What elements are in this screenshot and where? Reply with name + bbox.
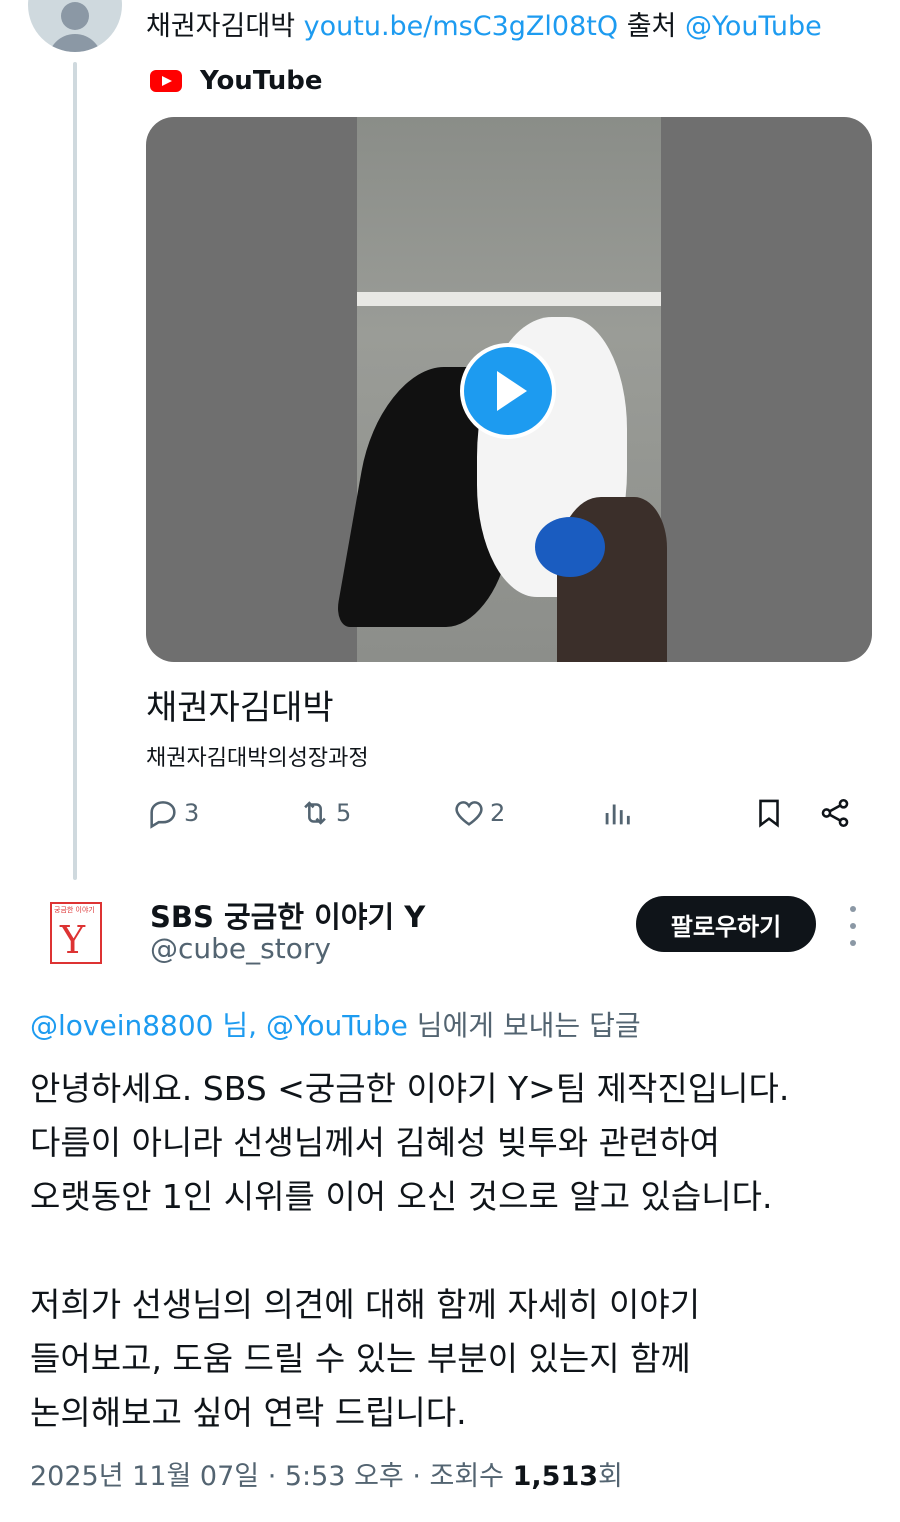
views-suffix: 회 (598, 1461, 623, 1492)
retweet-button[interactable]: 5 (298, 796, 351, 830)
follow-button[interactable]: 팔로우하기 (636, 896, 816, 952)
views-button[interactable] (600, 796, 634, 830)
like-count: 2 (490, 799, 506, 827)
tweet-actions: 3 5 2 (146, 796, 866, 840)
share-icon (821, 798, 849, 828)
thread-line (73, 62, 77, 880)
reply-button[interactable]: 3 (146, 796, 199, 830)
tweet-meta: 2025년 11월 07일 · 5:53 오후 · 조회수 1,513회 (30, 1454, 623, 1493)
reply-icon (150, 801, 176, 829)
reply-to-users[interactable]: @lovein8800 님, @YouTube (30, 1009, 408, 1042)
tweet-body: 안녕하세요. SBS <궁금한 이야기 Y>팀 제작진입니다. 다름이 아니라 … (30, 1069, 790, 1432)
author-avatar-logo[interactable]: 궁금한 이야기 Y (50, 902, 102, 964)
retweet-icon (304, 801, 326, 825)
card-description: 채권자김대박의성장과정 (146, 746, 369, 771)
more-options-icon[interactable] (846, 906, 860, 946)
bookmark-button[interactable] (752, 796, 786, 830)
avatar[interactable] (28, 0, 122, 52)
avatar-head-shape (61, 2, 89, 30)
retweet-count: 5 (336, 799, 352, 827)
card-provider[interactable]: YouTube (150, 64, 322, 98)
bookmark-icon (759, 799, 779, 828)
heart-icon (455, 801, 483, 826)
source-word: 출처 (626, 11, 677, 42)
like-button[interactable]: 2 (452, 796, 505, 830)
video-thumbnail[interactable] (146, 117, 872, 662)
youtube-mention[interactable]: @YouTube (685, 11, 822, 42)
logo-letter: Y (60, 918, 86, 962)
analytics-icon (605, 804, 630, 825)
video-link[interactable]: youtu.be/msC3gZl08tQ (304, 11, 618, 42)
logo-small-text: 궁금한 이야기 (54, 906, 95, 914)
tweet-author-text: 채권자김대박 (146, 11, 296, 42)
play-button[interactable] (460, 343, 556, 439)
view-count: 1,513 (512, 1461, 599, 1492)
reply-to-suffix: 님에게 보내는 답글 (407, 1009, 641, 1042)
reply-to-line: @lovein8800 님, @YouTube 님에게 보내는 답글 (30, 1004, 641, 1044)
author-name[interactable]: SBS 궁금한 이야기 Y (150, 894, 425, 936)
author-handle[interactable]: @cube_story (150, 932, 331, 965)
reply-count: 3 (184, 799, 200, 827)
tweet-text: 채권자김대박 youtu.be/msC3gZl08tQ 출처 @YouTube (146, 4, 822, 43)
card-title[interactable]: 채권자김대박 (146, 680, 334, 729)
card-provider-name: YouTube (200, 66, 323, 96)
timestamp[interactable]: 2025년 11월 07일 · 5:53 오후 · 조회수 (30, 1461, 513, 1492)
youtube-icon (150, 70, 182, 92)
avatar-body-shape (48, 34, 102, 52)
share-button[interactable] (818, 796, 852, 830)
